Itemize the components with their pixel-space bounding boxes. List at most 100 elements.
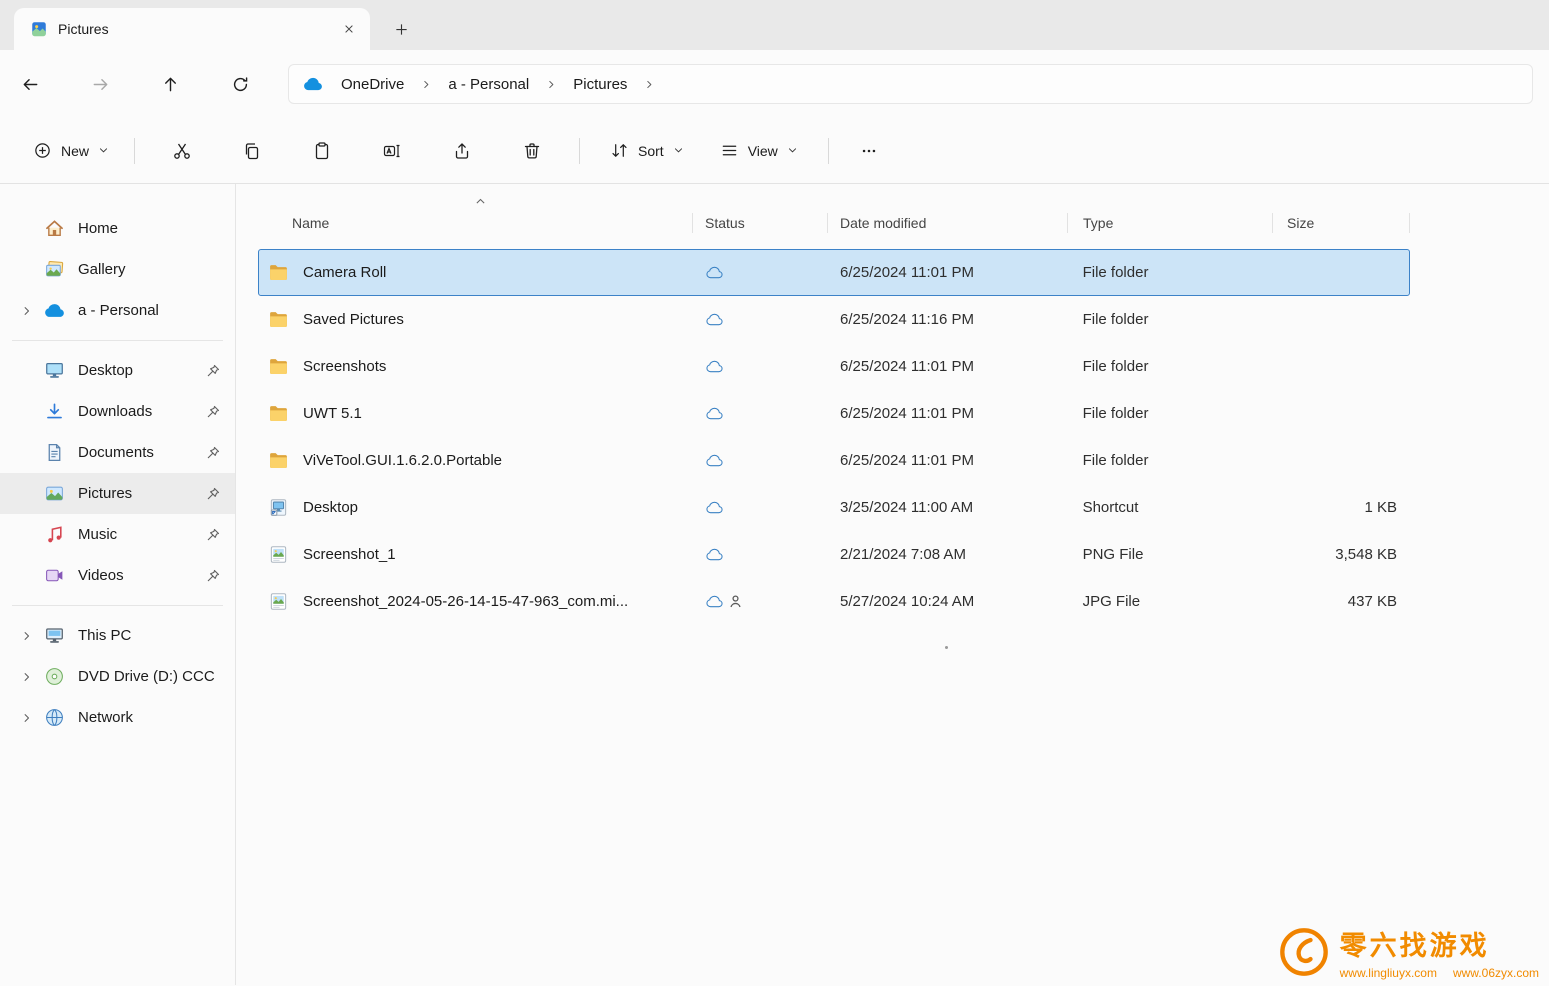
file-date-modified: 6/25/2024 11:01 PM bbox=[828, 264, 1068, 281]
sidebar-item-network[interactable]: Network bbox=[0, 697, 235, 738]
column-header-status[interactable]: Status bbox=[693, 202, 828, 244]
tab-pictures[interactable]: Pictures bbox=[14, 8, 370, 50]
file-row[interactable]: Desktop3/25/2024 11:00 AMShortcut1 KB bbox=[258, 484, 1410, 531]
copy-button[interactable] bbox=[228, 130, 276, 172]
file-status-cell bbox=[693, 452, 828, 469]
desktop-icon bbox=[44, 360, 66, 381]
sidebar-item-label: DVD Drive (D:) CCC bbox=[78, 668, 223, 685]
file-name-cell: Screenshots bbox=[259, 356, 693, 377]
column-header-type[interactable]: Type bbox=[1068, 202, 1273, 244]
chevron-down-icon bbox=[673, 145, 684, 156]
new-tab-button[interactable] bbox=[384, 12, 418, 46]
up-button[interactable] bbox=[148, 65, 192, 103]
chevron-right-icon[interactable] bbox=[14, 623, 40, 649]
chevron-spacer bbox=[14, 563, 40, 589]
cut-button[interactable] bbox=[158, 130, 206, 172]
column-header-date-modified[interactable]: Date modified bbox=[828, 202, 1068, 244]
new-button[interactable]: New bbox=[20, 132, 122, 169]
file-row[interactable]: UWT 5.16/25/2024 11:01 PMFile folder bbox=[258, 390, 1410, 437]
folder-icon bbox=[268, 450, 289, 471]
file-row[interactable]: Screenshot_2024-05-26-14-15-47-963_com.m… bbox=[258, 578, 1410, 625]
file-status-cell bbox=[693, 546, 828, 563]
file-date-modified: 2/21/2024 7:08 AM bbox=[828, 546, 1068, 563]
sidebar-item-documents[interactable]: Documents bbox=[0, 432, 235, 473]
file-type: File folder bbox=[1068, 311, 1273, 328]
sidebar-item-label: Network bbox=[78, 709, 223, 726]
file-row[interactable]: Saved Pictures6/25/2024 11:16 PMFile fol… bbox=[258, 296, 1410, 343]
file-row[interactable]: ViVeTool.GUI.1.6.2.0.Portable 6/25/2024 1… bbox=[258, 437, 1410, 484]
sidebar-item-gallery[interactable]: Gallery bbox=[0, 249, 235, 290]
file-name: Screenshot_1 bbox=[303, 546, 396, 563]
refresh-button[interactable] bbox=[218, 65, 262, 103]
chevron-right-icon[interactable] bbox=[539, 72, 563, 96]
file-status-cell bbox=[693, 593, 828, 610]
sidebar-item-desktop[interactable]: Desktop bbox=[0, 350, 235, 391]
breadcrumb-item-pictures[interactable]: Pictures bbox=[565, 71, 635, 98]
forward-button[interactable] bbox=[78, 65, 122, 103]
view-button[interactable]: View bbox=[708, 132, 810, 169]
chevron-right-icon[interactable] bbox=[14, 664, 40, 690]
file-row[interactable]: Screenshot_12/21/2024 7:08 AMPNG File3,5… bbox=[258, 531, 1410, 578]
column-headers: Name Status Date modified Type Size bbox=[258, 202, 1410, 244]
up-icon bbox=[161, 75, 180, 94]
chevron-spacer bbox=[14, 257, 40, 283]
paste-button[interactable] bbox=[298, 130, 346, 172]
file-name-cell: Camera Roll bbox=[259, 262, 693, 283]
home-icon bbox=[44, 218, 66, 239]
new-button-label: New bbox=[61, 143, 89, 159]
breadcrumb-item-onedrive[interactable]: OneDrive bbox=[333, 71, 412, 98]
image-file-icon bbox=[268, 591, 289, 612]
back-button[interactable] bbox=[8, 65, 52, 103]
delete-button[interactable] bbox=[508, 130, 556, 172]
share-button[interactable] bbox=[438, 130, 486, 172]
sidebar-item-a-personal[interactable]: a - Personal bbox=[0, 290, 235, 331]
file-date-modified: 6/25/2024 11:01 PM bbox=[828, 452, 1068, 469]
close-icon bbox=[343, 23, 355, 35]
sidebar-item-downloads[interactable]: Downloads bbox=[0, 391, 235, 432]
watermark-logo-icon bbox=[1278, 926, 1330, 978]
chevron-right-icon[interactable] bbox=[637, 72, 661, 96]
sidebar-item-label: Music bbox=[78, 526, 205, 543]
chevron-right-icon[interactable] bbox=[14, 298, 40, 324]
stray-mark bbox=[945, 646, 948, 649]
more-options-button[interactable] bbox=[847, 131, 891, 171]
chevron-right-icon[interactable] bbox=[14, 705, 40, 731]
cut-icon bbox=[172, 141, 192, 161]
file-row[interactable]: Screenshots6/25/2024 11:01 PMFile folder bbox=[258, 343, 1410, 390]
sidebar-item-dvd-drive-d-ccc[interactable]: DVD Drive (D:) CCC bbox=[0, 656, 235, 697]
file-type: File folder bbox=[1068, 452, 1273, 469]
file-name: ViVeTool.GUI.1.6.2.0.Portable bbox=[303, 452, 502, 469]
file-size: 437 KB bbox=[1272, 593, 1409, 610]
column-header-name[interactable]: Name bbox=[258, 202, 693, 244]
sidebar-item-pictures[interactable]: Pictures bbox=[0, 473, 235, 514]
documents-icon bbox=[44, 442, 66, 463]
forward-icon bbox=[91, 75, 110, 94]
column-header-size[interactable]: Size bbox=[1273, 202, 1410, 244]
sidebar-item-music[interactable]: Music bbox=[0, 514, 235, 555]
sidebar-item-home[interactable]: Home bbox=[0, 208, 235, 249]
sort-button[interactable]: Sort bbox=[598, 132, 696, 169]
sidebar-item-this-pc[interactable]: This PC bbox=[0, 615, 235, 656]
thispc-icon bbox=[44, 625, 66, 646]
chevron-down-icon bbox=[98, 145, 109, 156]
sidebar-item-label: This PC bbox=[78, 627, 223, 644]
file-row[interactable]: Camera Roll 6/25/2024 11:01 PMFile folder bbox=[258, 249, 1410, 296]
sidebar-item-videos[interactable]: Videos bbox=[0, 555, 235, 596]
file-name: UWT 5.1 bbox=[303, 405, 362, 422]
file-date-modified: 6/25/2024 11:16 PM bbox=[828, 311, 1068, 328]
tab-close-button[interactable] bbox=[336, 16, 362, 42]
downloads-icon bbox=[44, 401, 66, 422]
file-type: File folder bbox=[1068, 264, 1273, 281]
pictures-app-icon bbox=[30, 20, 48, 38]
sidebar-item-label: Videos bbox=[78, 567, 205, 584]
rename-button[interactable] bbox=[368, 130, 416, 172]
back-icon bbox=[21, 75, 40, 94]
plus-icon bbox=[394, 22, 409, 37]
chevron-right-icon[interactable] bbox=[414, 72, 438, 96]
watermark-url: www.06zyx.com bbox=[1453, 966, 1539, 980]
folder-icon bbox=[268, 262, 289, 283]
view-button-label: View bbox=[748, 143, 778, 159]
folder-icon bbox=[268, 309, 289, 330]
address-bar[interactable]: OneDrive a - Personal Pictures bbox=[288, 64, 1533, 104]
breadcrumb-item-a-personal[interactable]: a - Personal bbox=[440, 71, 537, 98]
